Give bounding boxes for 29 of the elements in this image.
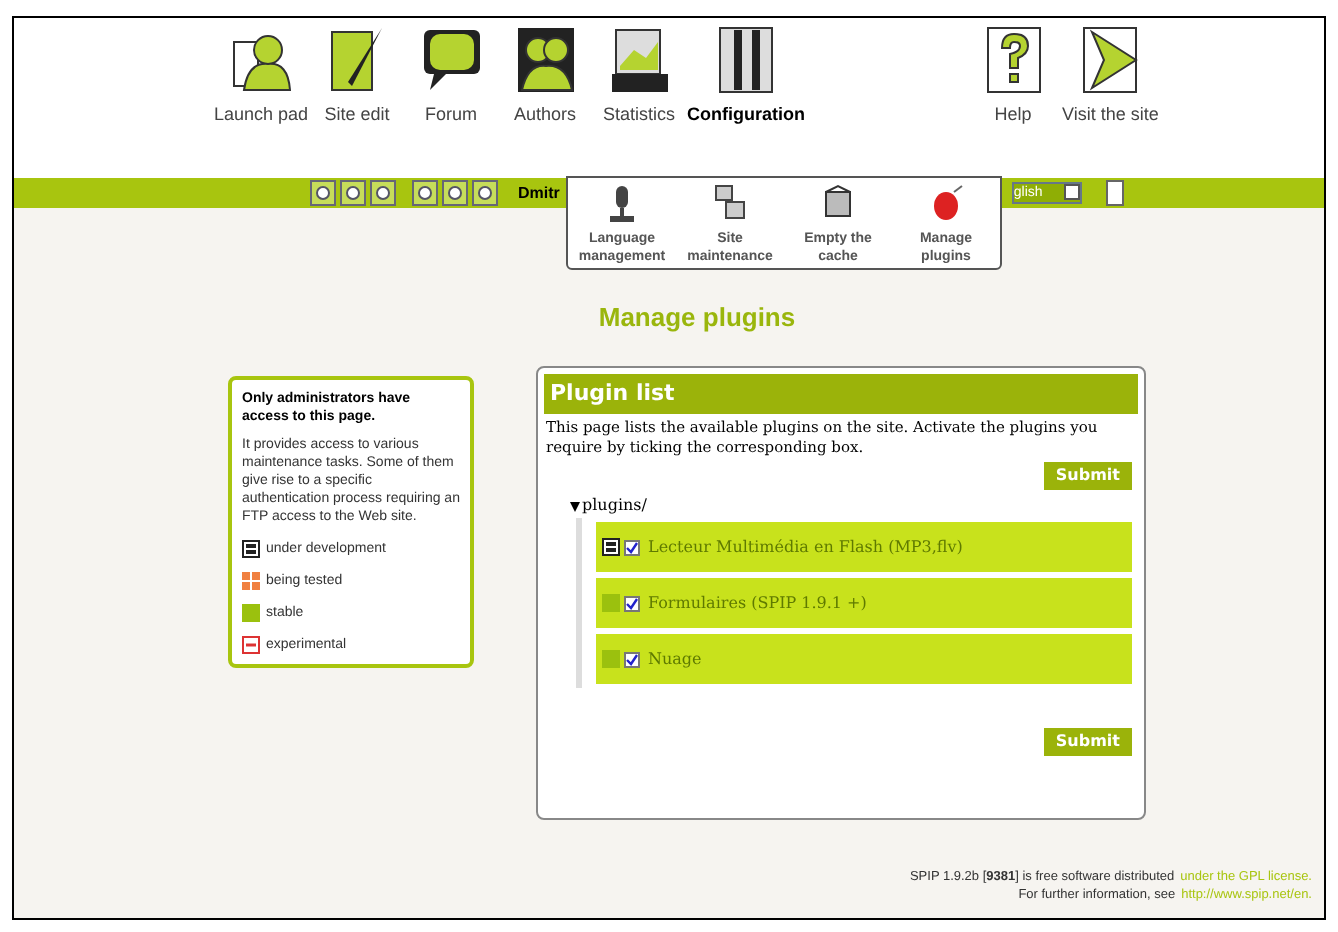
plugin-name: Lecteur Multimédia en Flash (MP3,flv)	[648, 535, 963, 559]
nav-item[interactable]: Help	[966, 26, 1061, 124]
monitor-icon	[609, 26, 670, 94]
nav-item[interactable]: Configuration	[686, 26, 807, 124]
nav-item[interactable]: Authors	[498, 26, 593, 124]
user-name[interactable]: Dmitr	[518, 181, 560, 205]
speech-bubble-icon	[421, 26, 482, 94]
plugin-checkbox[interactable]	[624, 595, 640, 611]
stable-icon	[242, 603, 260, 621]
folder-name: plugins/	[582, 494, 647, 518]
panel-title: Plugin list	[544, 373, 1138, 414]
panel-icon[interactable]	[1105, 180, 1124, 206]
nav-item[interactable]: Site edit	[310, 26, 405, 124]
expanded-triangle-icon[interactable]	[570, 501, 580, 511]
nav-item[interactable]: Visit the site	[1060, 26, 1161, 124]
page-heading: Manage plugins	[596, 300, 798, 336]
experimental-icon	[242, 635, 260, 653]
plugin-name: Nuage	[648, 647, 702, 671]
people-icon	[515, 26, 576, 94]
being-tested-icon	[242, 571, 260, 589]
computers-icon	[710, 184, 750, 224]
plugin-name: Formulaires (SPIP 1.9.1 +)	[648, 591, 867, 615]
nav-item[interactable]: Forum	[404, 26, 499, 124]
question-icon	[983, 26, 1044, 94]
plugin-checkbox[interactable]	[624, 539, 640, 555]
nav-item[interactable]: Statistics	[592, 26, 687, 124]
plugin-checkbox[interactable]	[624, 651, 640, 667]
nav-item[interactable]: Launch pad	[212, 26, 311, 124]
under-development-icon	[242, 539, 260, 557]
